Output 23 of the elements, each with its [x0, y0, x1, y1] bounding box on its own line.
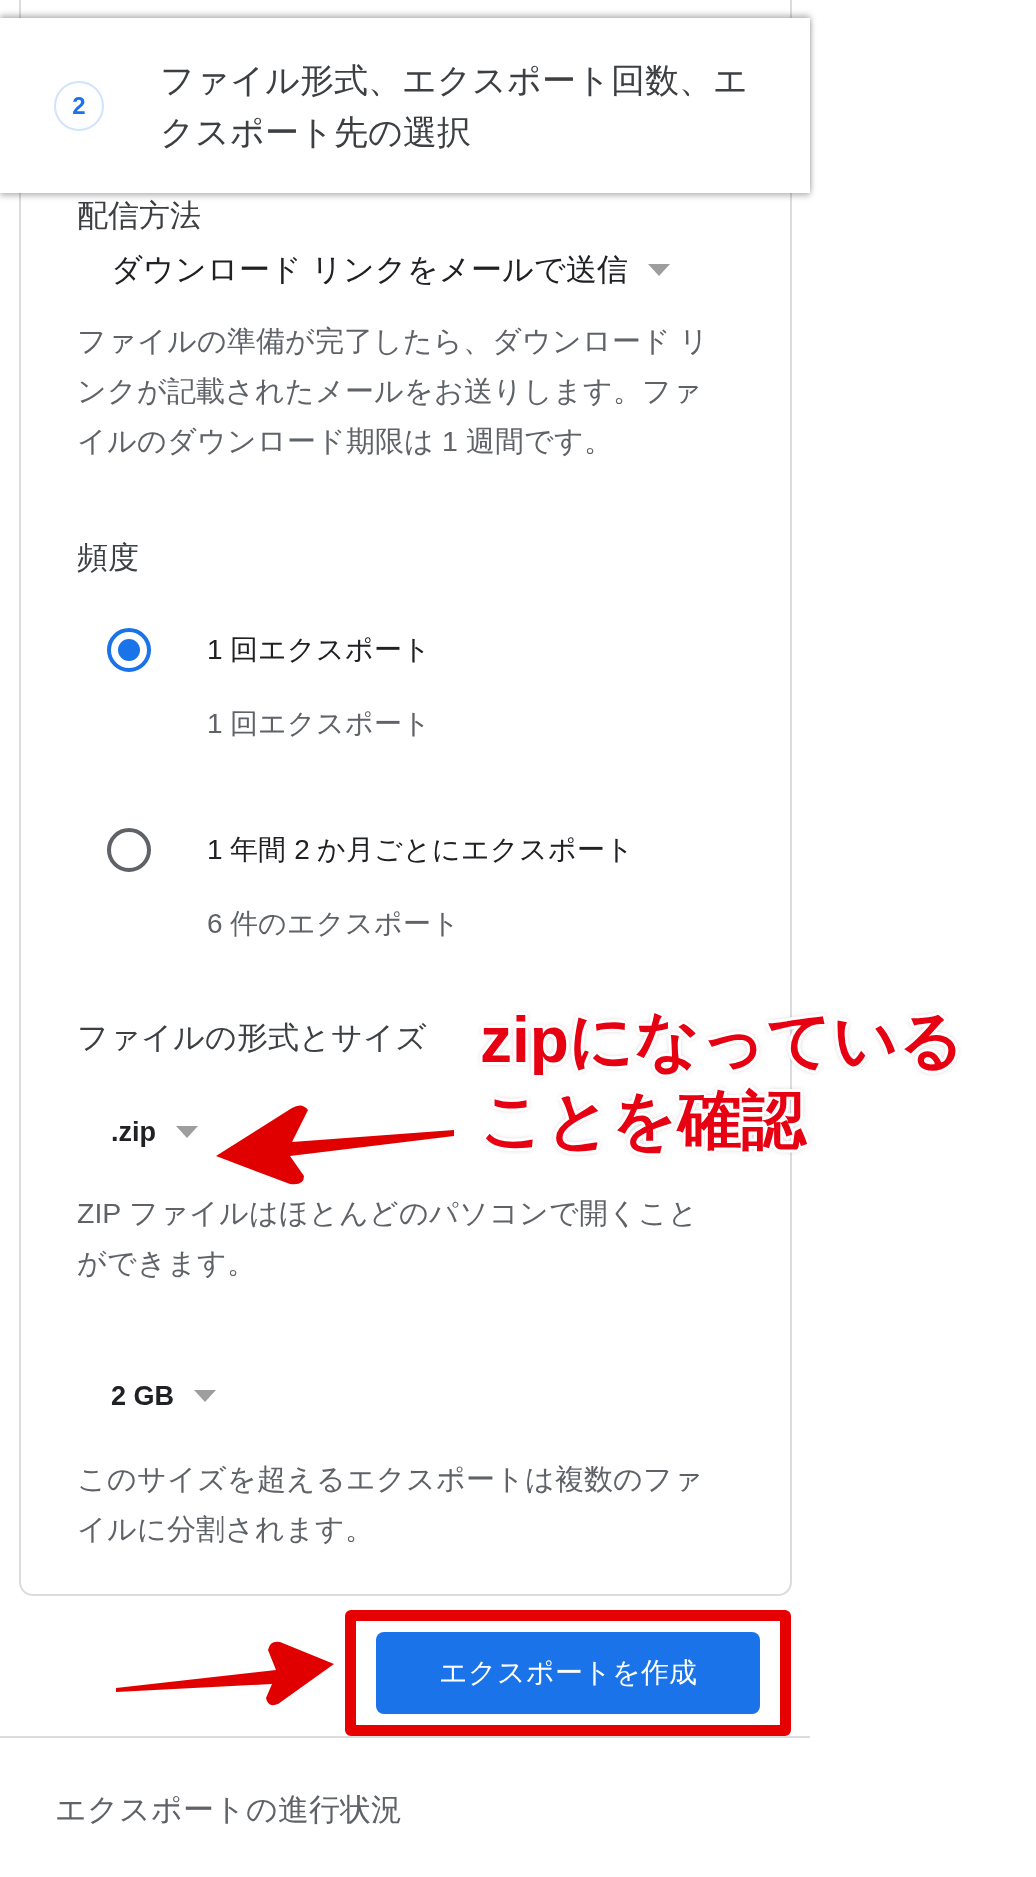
- option-detail: 6 件のエクスポート: [207, 907, 462, 941]
- delivery-dropdown[interactable]: ダウンロード リンクをメールで送信: [77, 248, 670, 292]
- option-label: 1 回エクスポート: [207, 633, 433, 667]
- file-size-description: このサイズを超えるエクスポートは複数のファイルに分割されます。: [77, 1462, 704, 1547]
- file-type-dropdown[interactable]: .zip: [77, 1110, 198, 1154]
- dropdown-caret-icon: [194, 1390, 217, 1402]
- step-number: 2: [54, 80, 104, 131]
- section-label: 頻度: [77, 539, 139, 577]
- step-title: ファイル形式、エクスポート回数、エクスポート先の選択: [160, 59, 749, 153]
- dropdown-caret-icon: [176, 1126, 198, 1138]
- dropdown-caret-icon: [647, 264, 670, 276]
- file-type-description: ZIP ファイルはほとんどのパソコンで開くことができます。: [77, 1196, 699, 1281]
- option-detail: 1 回エクスポート: [207, 707, 433, 741]
- progress-section-title[interactable]: エクスポートの進行状況: [0, 1738, 810, 1877]
- radio-button[interactable]: [107, 828, 151, 872]
- radio-button[interactable]: [107, 628, 151, 672]
- file-size-dropdown[interactable]: 2 GB: [77, 1374, 217, 1418]
- callout-text: zipになっている ことを確認: [480, 1003, 965, 1158]
- option-label: 1 年間 2 か月ごとにエクスポート: [207, 833, 636, 867]
- create-export-button[interactable]: エクスポートを作成: [376, 1632, 760, 1714]
- section-label: 配信方法: [77, 197, 201, 235]
- section-label: ファイルの形式とサイズ: [77, 1019, 427, 1057]
- delivery-description: ファイルの準備が完了したら、ダウンロード リンクが記載されたメールをお送りします。ファイルのダウンロード期限は 1 週間です。: [77, 324, 710, 459]
